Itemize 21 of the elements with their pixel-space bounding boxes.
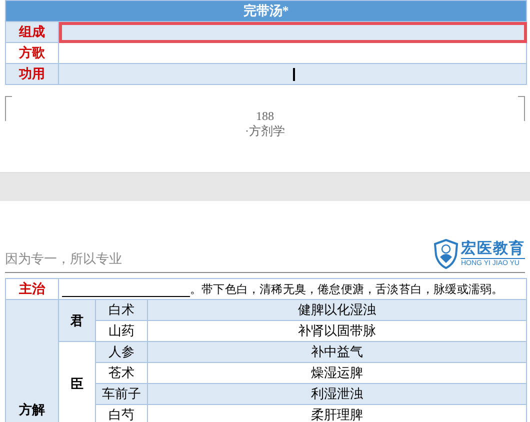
section-title: ·方剂学 [244, 124, 286, 139]
row-label: 组成 [6, 22, 58, 42]
header-motto: 因为专一，所以专业 [5, 250, 122, 268]
table-cell: 白术 [96, 300, 148, 320]
table-cell[interactable] [58, 22, 526, 42]
table-cell: 车前子 [96, 384, 148, 404]
table-cell[interactable] [58, 64, 526, 84]
logo-name: 宏医教育 [461, 240, 525, 258]
page-number: 188 [255, 109, 275, 124]
table-title: 完带汤* [6, 0, 526, 22]
table-cell: 补中益气 [148, 342, 526, 362]
table-cell: 君 [58, 300, 96, 342]
table-cell: 利湿泄浊 [148, 384, 526, 404]
table-cell: 健脾以化湿浊 [148, 300, 526, 320]
shield-logo-icon [434, 239, 458, 269]
row-label: 主治 [6, 278, 58, 300]
crop-mark [5, 96, 12, 121]
crop-mark [518, 96, 525, 121]
table-cell: 人参 [96, 342, 148, 362]
row-label: 功用 [6, 64, 58, 84]
table-cell: 方解 [6, 300, 58, 422]
